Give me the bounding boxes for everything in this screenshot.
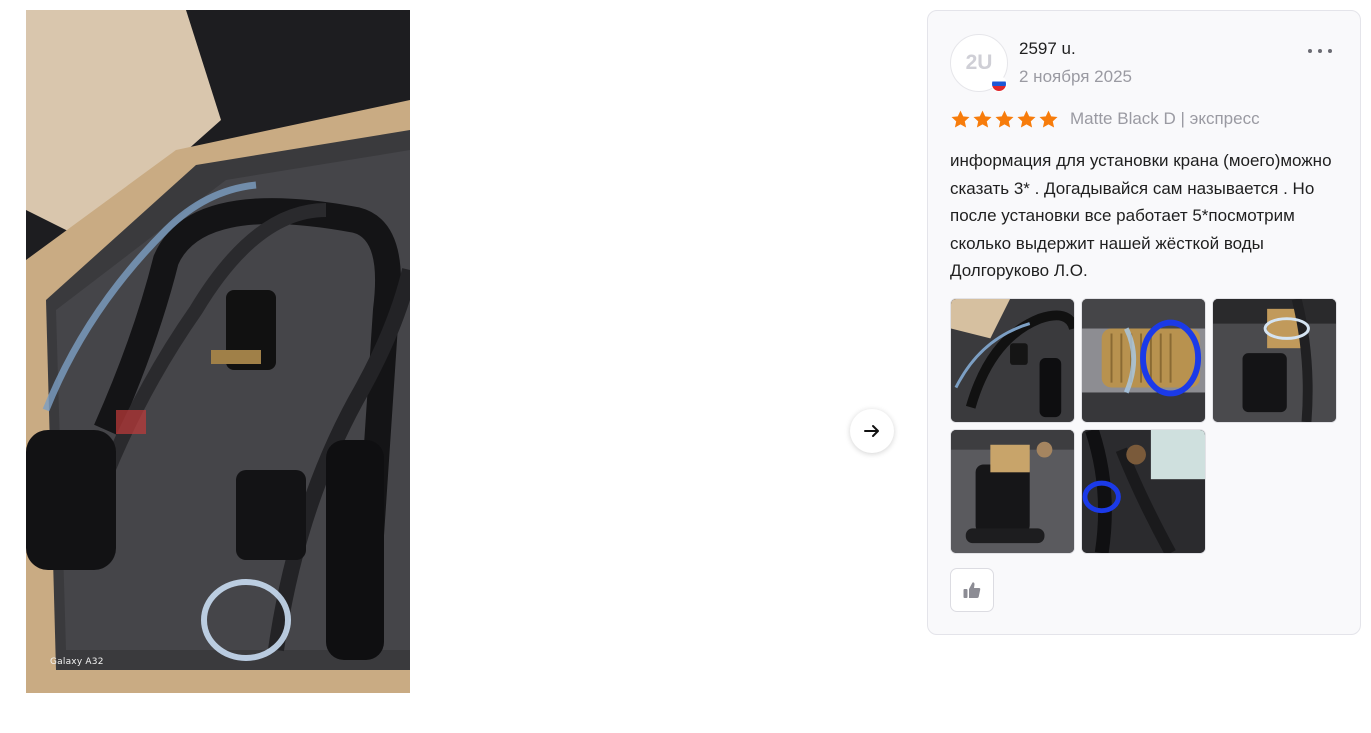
review-photo-thumbnail[interactable]	[950, 298, 1075, 423]
main-review-photo: Galaxy A32	[26, 10, 410, 693]
product-variant: Matte Black D | экспресс	[1070, 109, 1260, 128]
review-photo-thumbnail[interactable]	[1081, 298, 1206, 423]
rating-row: Matte Black D | экспресс	[950, 107, 1260, 131]
arrow-right-icon	[864, 425, 879, 437]
star-icon	[995, 110, 1014, 128]
star-rating	[950, 109, 1059, 130]
review-photo-thumbnail[interactable]	[950, 429, 1075, 554]
threaded-base-thumbnail	[951, 430, 1074, 553]
brass-thread-thumbnail	[1082, 299, 1205, 422]
faucet-box-photo	[26, 10, 410, 693]
review-photo-thumbnail[interactable]	[1081, 429, 1206, 554]
under-sink-thumbnail	[1082, 430, 1205, 553]
photo-watermark: Galaxy A32	[50, 657, 104, 667]
faucet-box-thumbnail	[951, 299, 1074, 422]
star-icon	[951, 110, 970, 128]
like-button[interactable]	[950, 568, 994, 612]
review-card: 2U 2597 u. 2 ноября 2025 Matte Black D |…	[927, 10, 1361, 635]
star-icon	[1039, 110, 1058, 128]
mount-part-thumbnail	[1213, 299, 1336, 422]
next-photo-button[interactable]	[850, 409, 894, 453]
russia-flag-icon	[991, 76, 1007, 92]
review-photo-thumbnail[interactable]	[1212, 298, 1337, 423]
more-horizontal-icon[interactable]	[1308, 41, 1332, 61]
thumbs-up-icon	[963, 582, 981, 598]
star-icon	[1017, 110, 1036, 128]
review-date: 2 ноября 2025	[1019, 67, 1132, 86]
review-author: 2597 u.	[1019, 39, 1076, 58]
review-photo-thumbnails	[950, 298, 1337, 554]
star-icon	[973, 110, 992, 128]
review-text: информация для установки крана (моего)мо…	[950, 151, 1332, 280]
review-gallery-page: Galaxy A32 2U 2597 u. 2 ноября 2025 Matt…	[0, 0, 1371, 733]
